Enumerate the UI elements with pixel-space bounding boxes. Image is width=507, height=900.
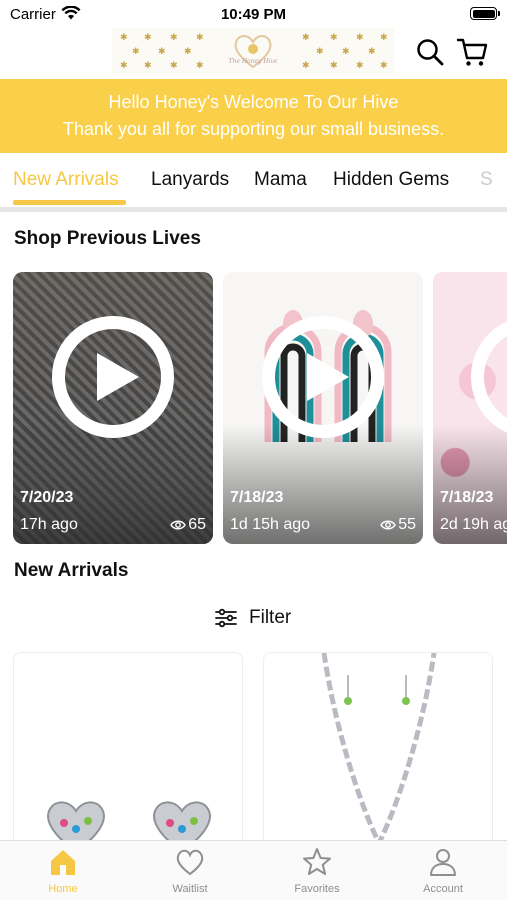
category-tabs: New Arrivals Lanyards Mama Hidden Gems S bbox=[0, 153, 507, 207]
app-header: ✱ ✱ ✱ ✱ ✱ ✱ ✱ ✱ ✱ ✱ ✱ ✱ ✱ ✱ ✱ ✱ ✱ ✱ ✱ ✱ ✱ ✱ The Hon… bbox=[0, 28, 507, 79]
announcement-line-2: Thank you all for supporting our small b… bbox=[62, 119, 445, 139]
home-icon bbox=[51, 850, 75, 875]
tab-lanyards[interactable]: Lanyards bbox=[151, 169, 229, 191]
previous-lives-title: Shop Previous Lives bbox=[14, 228, 201, 249]
eye-icon bbox=[170, 520, 187, 530]
heart-icon bbox=[176, 849, 204, 876]
tabbar-waitlist-label: Waitlist bbox=[172, 883, 208, 895]
cart-icon[interactable] bbox=[456, 36, 488, 68]
tab-partial[interactable]: S bbox=[480, 169, 493, 191]
star-icon bbox=[303, 848, 331, 875]
tab-new-arrivals[interactable]: New Arrivals bbox=[13, 169, 119, 191]
product-card[interactable] bbox=[263, 652, 493, 852]
bottom-tab-bar: Home Waitlist Favorites Account bbox=[0, 840, 507, 900]
tabbar-account[interactable]: Account bbox=[398, 846, 488, 895]
live-card[interactable]: 7/18/23 1d 15h ago 55 bbox=[223, 272, 423, 544]
tabbar-favorites[interactable]: Favorites bbox=[272, 846, 362, 895]
battery-icon bbox=[470, 7, 500, 20]
live-time-ago: 2d 19h ago bbox=[440, 516, 507, 533]
sliders-icon bbox=[215, 608, 237, 628]
announcement-banner: Hello Honey's Welcome To Our Hive Thank … bbox=[0, 79, 507, 153]
active-tab-indicator bbox=[13, 200, 126, 205]
eye-icon bbox=[380, 520, 397, 530]
tabbar-home[interactable]: Home bbox=[18, 846, 108, 895]
heart-logo-icon bbox=[234, 35, 272, 69]
live-time-ago: 17h ago bbox=[20, 516, 78, 533]
tabbar-home-label: Home bbox=[48, 883, 78, 895]
search-icon[interactable] bbox=[416, 38, 444, 66]
person-icon bbox=[430, 849, 456, 876]
live-view-count: 55 bbox=[380, 516, 416, 534]
live-card[interactable]: 7/20/23 17h ago 65 bbox=[13, 272, 213, 544]
logo-text: The Honey Hive bbox=[228, 58, 278, 65]
live-card[interactable]: 7/18/23 2d 19h ago bbox=[433, 272, 507, 544]
tabbar-waitlist[interactable]: Waitlist bbox=[145, 846, 235, 895]
product-card[interactable] bbox=[13, 652, 243, 852]
live-date: 7/18/23 bbox=[230, 489, 284, 506]
live-date: 7/18/23 bbox=[440, 489, 494, 506]
new-arrivals-title: New Arrivals bbox=[14, 560, 129, 581]
necklace-image bbox=[321, 653, 437, 849]
announcement-line-1: Hello Honey's Welcome To Our Hive bbox=[108, 92, 399, 112]
live-view-count: 65 bbox=[170, 516, 206, 534]
live-time-ago: 1d 15h ago bbox=[230, 516, 311, 533]
clock-label: 10:49 PM bbox=[220, 6, 287, 23]
status-bar: Carrier 10:49 PM bbox=[0, 0, 507, 28]
tabbar-favorites-label: Favorites bbox=[294, 883, 340, 895]
store-logo[interactable]: ✱ ✱ ✱ ✱ ✱ ✱ ✱ ✱ ✱ ✱ ✱ ✱ ✱ ✱ ✱ ✱ ✱ ✱ ✱ ✱ ✱ ✱ The Hon… bbox=[112, 28, 394, 74]
filter-label: Filter bbox=[249, 607, 292, 628]
tabs-divider bbox=[0, 207, 507, 212]
tabbar-account-label: Account bbox=[423, 883, 463, 895]
heart-earrings-image bbox=[47, 801, 211, 851]
tab-mama[interactable]: Mama bbox=[254, 169, 307, 191]
tab-hidden-gems[interactable]: Hidden Gems bbox=[333, 169, 449, 191]
live-date: 7/20/23 bbox=[20, 489, 74, 506]
